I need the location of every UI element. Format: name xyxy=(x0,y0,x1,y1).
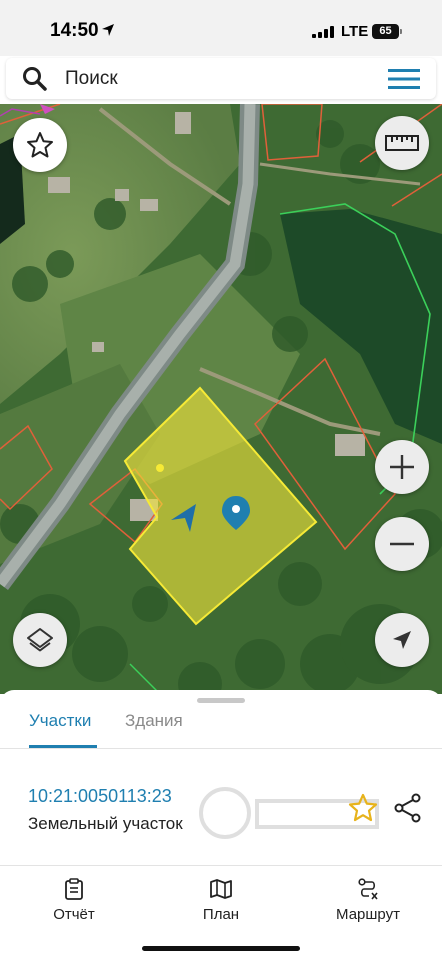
favorite-map-button[interactable] xyxy=(13,118,67,172)
zoom-in-button[interactable] xyxy=(375,440,429,494)
search-icon[interactable] xyxy=(22,66,48,92)
parcel-cadastral-number[interactable]: 10:21:0050113:23 xyxy=(28,786,172,807)
hamburger-menu-icon[interactable] xyxy=(388,68,420,90)
minus-icon xyxy=(390,542,414,546)
nav-divider xyxy=(0,865,442,866)
search-bar[interactable]: Поиск xyxy=(6,58,436,99)
ruler-measure-button[interactable] xyxy=(375,116,429,170)
nav-report[interactable]: Отчёт xyxy=(24,878,124,923)
parcel-type: Земельный участок xyxy=(28,814,183,833)
status-time: 14:50 xyxy=(50,20,99,41)
tab-buildings[interactable]: Здания xyxy=(125,711,183,731)
ruler-icon xyxy=(385,135,419,151)
signal-icon xyxy=(312,26,334,38)
my-location-button[interactable] xyxy=(375,613,429,667)
layers-icon xyxy=(27,628,53,652)
satellite-map[interactable] xyxy=(0,104,442,694)
home-indicator xyxy=(142,946,300,951)
bottom-sheet: Участки Здания 10:21:0050113:23 Земельны… xyxy=(0,690,442,960)
location-arrow-icon xyxy=(102,24,114,36)
map-imagery xyxy=(0,104,442,694)
share-icon[interactable] xyxy=(393,793,423,823)
tabs-divider xyxy=(0,748,442,749)
star-outline-icon xyxy=(27,132,53,158)
sheet-grabber[interactable] xyxy=(197,698,245,703)
zoom-out-button[interactable] xyxy=(375,517,429,571)
battery-icon: 65 xyxy=(372,24,399,39)
nav-route[interactable]: Маршрут xyxy=(318,878,418,923)
nav-plan[interactable]: План xyxy=(171,878,271,923)
network-type: LTE xyxy=(341,23,369,40)
battery-tip xyxy=(400,29,402,34)
map-plan-icon xyxy=(210,879,232,899)
nav-plan-label: План xyxy=(202,906,240,923)
report-icon xyxy=(65,878,83,900)
layers-button[interactable] xyxy=(13,613,67,667)
plus-icon xyxy=(390,455,414,479)
favorite-parcel-star-icon[interactable] xyxy=(348,793,378,823)
status-bar: 14:50 LTE 65 xyxy=(0,0,442,56)
nav-report-label: Отчёт xyxy=(53,906,95,923)
navigation-arrow-icon xyxy=(393,631,411,649)
tab-parcels[interactable]: Участки xyxy=(29,711,91,731)
route-icon xyxy=(358,878,378,900)
nav-route-label: Маршрут xyxy=(336,906,400,923)
search-input[interactable]: Поиск xyxy=(65,68,118,90)
